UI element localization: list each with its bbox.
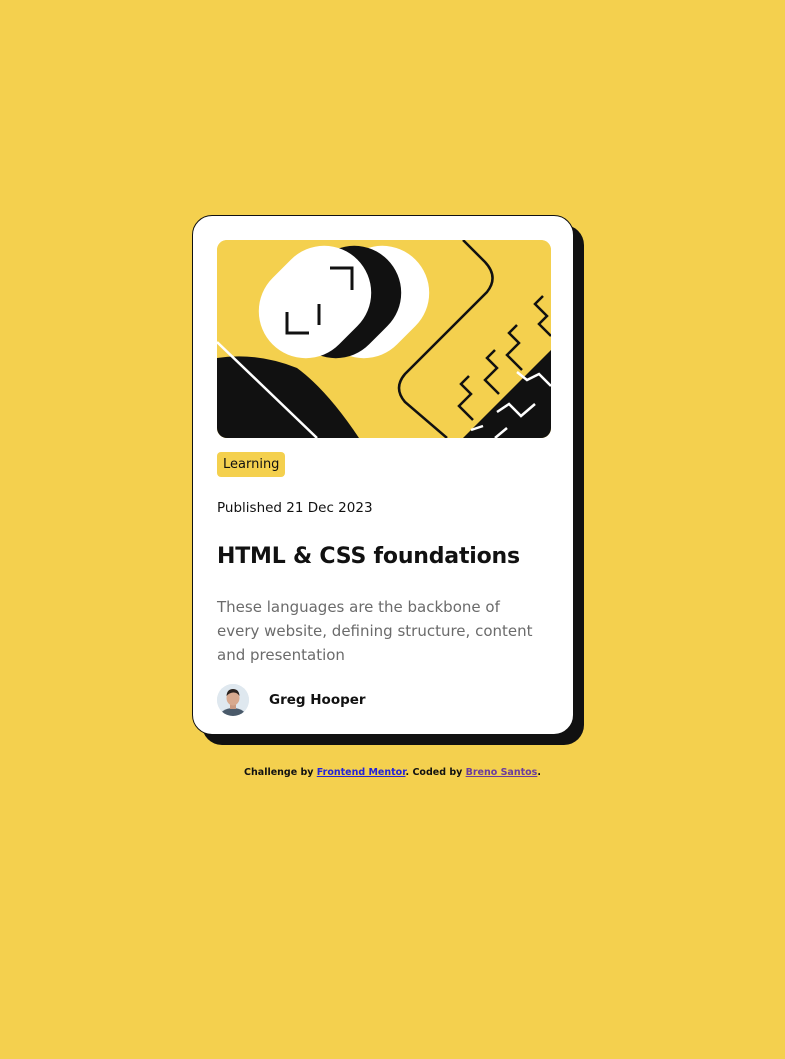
attribution-suffix: . [537,767,541,778]
page: Learning Published 21 Dec 2023 HTML & CS… [0,0,785,1059]
published-date: Published 21 Dec 2023 [217,500,373,516]
card-description: These languages are the backbone of ever… [217,598,533,664]
avatar [217,684,249,716]
author-name: Greg Hooper [269,692,366,708]
attribution-prefix: Challenge by [244,767,317,778]
category-badge: Learning [217,452,286,477]
card-title[interactable]: HTML & CSS foundations [217,543,549,571]
attribution-middle: . Coded by [405,767,466,778]
hero-illustration [217,240,551,438]
blog-preview-card: Learning Published 21 Dec 2023 HTML & CS… [192,215,574,735]
avatar-icon [217,684,249,716]
frontend-mentor-link[interactable]: Frontend Mentor [317,767,406,778]
coder-link[interactable]: Breno Santos [466,767,538,778]
author-row: Greg Hooper [217,684,549,716]
attribution: Challenge by Frontend Mentor. Coded by B… [0,767,785,778]
